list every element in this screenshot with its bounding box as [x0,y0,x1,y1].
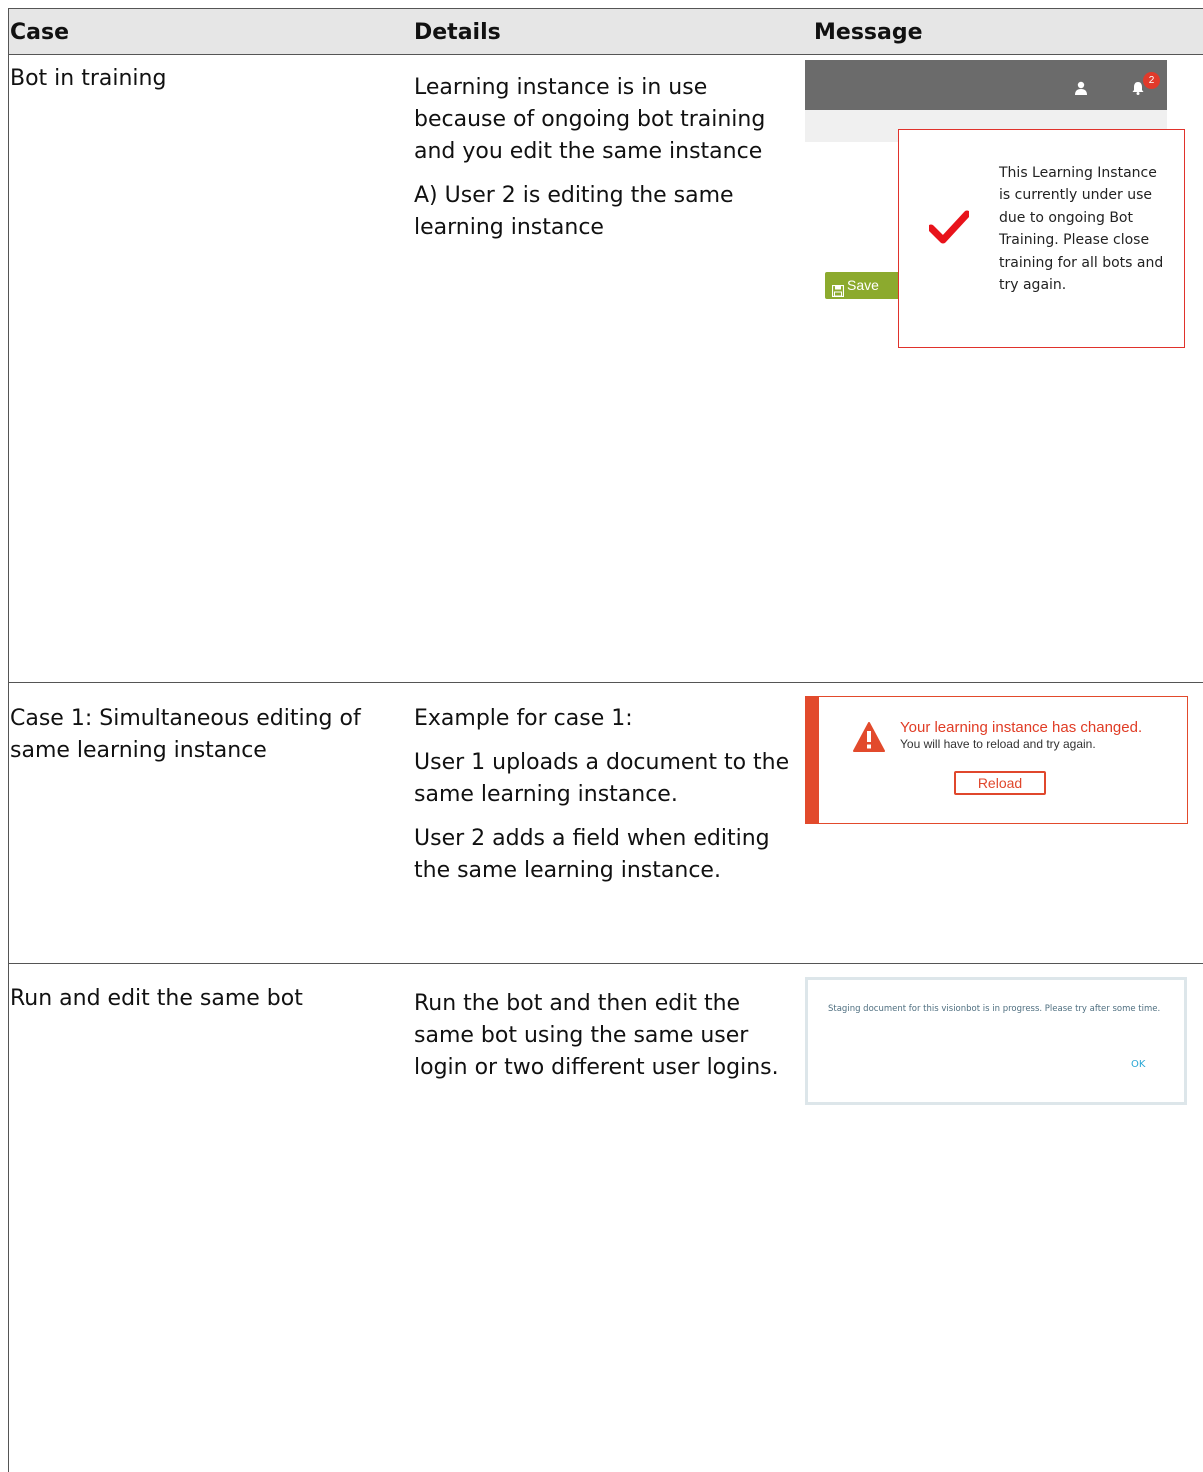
training-message-box: This Learning Instance is currently unde… [898,129,1185,348]
floppy-disk-icon [831,279,845,306]
row2-details-line: User 1 uploads a document to the same le… [414,750,790,807]
row1-details: Learning instance is in use because of o… [414,72,804,256]
header-message: Message [814,20,923,45]
alert-subtitle: You will have to reload and try again. [900,737,1096,751]
row2-details: Example for case 1: User 1 uploads a doc… [414,703,804,899]
table-border-left [8,8,9,1472]
row-divider [8,54,1203,55]
row1-details-line: Learning instance is in use because of o… [414,75,766,164]
header-case: Case [10,20,70,45]
row3-details-line: Run the bot and then edit the same bot u… [414,991,779,1080]
staging-message-text: Staging document for this visionbot is i… [828,1004,1161,1014]
row2-case: Case 1: Simultaneous editing of same lea… [10,706,361,763]
ok-button[interactable]: OK [1131,1059,1145,1070]
reload-button[interactable]: Reload [954,771,1046,795]
instance-changed-alert: Your learning instance has changed. You … [805,696,1188,824]
staging-dialog: Staging document for this visionbot is i… [805,977,1187,1105]
warning-icon [853,722,885,756]
row2-details-line: User 2 adds a field when editing the sam… [414,826,770,883]
checkmark-icon [927,210,971,248]
row-divider [8,682,1203,683]
header-details: Details [414,20,501,45]
row2-details-line: Example for case 1: [414,706,633,731]
app-top-bar [805,60,1167,110]
training-message-screenshot: 2 Save This Learning Instance is current… [805,60,1195,360]
row3-case: Run and edit the same bot [10,986,303,1011]
row1-details-line: A) User 2 is editing the same learning i… [414,183,734,240]
row3-details: Run the bot and then edit the same bot u… [414,988,784,1096]
notification-badge: 2 [1143,72,1160,89]
training-message-text: This Learning Instance is currently unde… [999,165,1164,294]
alert-title: Your learning instance has changed. [900,719,1143,736]
row-divider [8,963,1203,964]
table-header: Case Details Message [8,8,1203,54]
save-button-label: Save [847,277,879,293]
row1-case: Bot in training [10,66,167,91]
user-icon[interactable] [1075,80,1087,99]
table-border-top [8,8,1203,9]
